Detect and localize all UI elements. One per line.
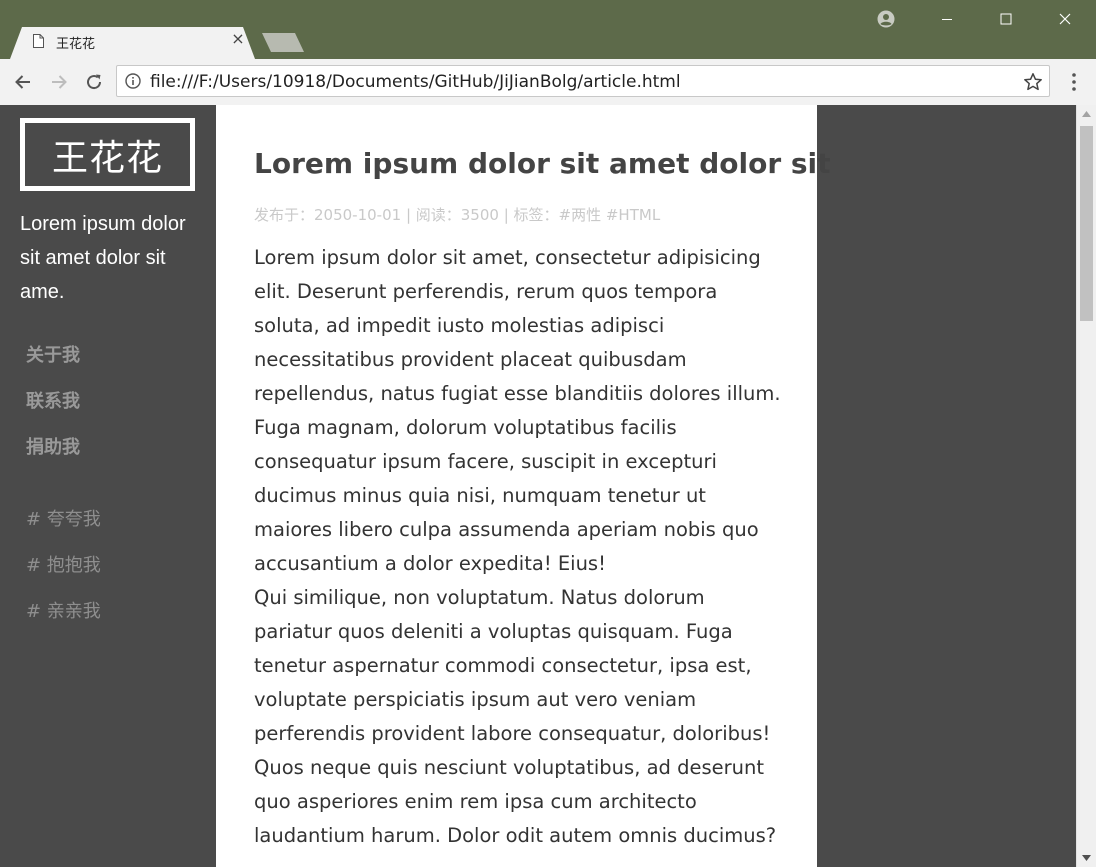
article-paragraph: Lorem ipsum dolor sit amet, consectetur … (254, 246, 781, 405)
scroll-down-button[interactable] (1077, 849, 1096, 867)
arrow-left-icon (15, 75, 30, 89)
vertical-scrollbar[interactable] (1076, 105, 1096, 867)
arrow-right-icon (52, 75, 67, 89)
logo-text: 王花花 (51, 137, 163, 179)
minimize-button[interactable] (918, 0, 976, 38)
star-icon[interactable] (1023, 72, 1043, 92)
sidebar-item-about[interactable]: 关于我 (26, 342, 80, 388)
tab-title: 王花花 (56, 37, 96, 52)
sidebar-item-contact[interactable]: 联系我 (26, 388, 80, 434)
account-icon[interactable] (877, 10, 895, 28)
sidebar-tags: # 夸夸我 # 抱抱我 # 亲亲我 (26, 506, 101, 644)
browser-toolbar: file:///F:/Users/10918/Documents/GitHub/… (0, 59, 1096, 106)
sidebar-item-donate[interactable]: 捐助我 (26, 434, 80, 480)
article-meta: 发布于：2050-10-01 | 阅读：3500 | 标签：#两性 #HTML (254, 206, 661, 224)
scroll-up-button[interactable] (1077, 105, 1096, 123)
close-window-button[interactable] (1036, 0, 1094, 38)
close-icon (1059, 13, 1071, 25)
sidebar-tag-hug[interactable]: # 抱抱我 (26, 552, 101, 598)
tab-close-icon[interactable]: × (230, 31, 246, 47)
maximize-button[interactable] (977, 0, 1035, 38)
tagline: Lorem ipsum dolor sit amet dolor sit ame… (20, 213, 186, 303)
minimize-icon (942, 19, 952, 20)
reload-icon (87, 74, 102, 90)
url-text[interactable]: file:///F:/Users/10918/Documents/GitHub/… (150, 72, 681, 92)
sidebar-tag-kiss[interactable]: # 亲亲我 (26, 598, 101, 644)
article: Lorem ipsum dolor sit amet dolor sit 发布于… (216, 105, 831, 867)
address-bar[interactable]: file:///F:/Users/10918/Documents/GitHub/… (116, 65, 1050, 97)
back-button[interactable] (9, 68, 37, 96)
reload-button[interactable] (80, 68, 108, 96)
article-body: Lorem ipsum dolor sit amet, consectetur … (254, 241, 784, 853)
page-viewport: 王花花 Lorem ipsum dolor sit amet dolor sit… (0, 105, 1076, 867)
maximize-icon (1000, 13, 1012, 25)
logo[interactable]: 王花花 (20, 118, 195, 191)
caret-down-icon (1082, 855, 1091, 861)
sidebar: 王花花 Lorem ipsum dolor sit amet dolor sit… (0, 105, 216, 867)
caret-up-icon (1082, 111, 1091, 117)
browser-tab-active[interactable]: 王花花 × (10, 27, 255, 59)
sidebar-tag-praise[interactable]: # 夸夸我 (26, 506, 101, 552)
document-icon (33, 34, 44, 48)
sidebar-nav: 关于我 联系我 捐助我 (26, 342, 80, 480)
article-title: Lorem ipsum dolor sit amet dolor sit (254, 147, 831, 180)
scrollbar-thumb[interactable] (1080, 126, 1093, 321)
article-paragraph: Qui similique, non voluptatum. Natus dol… (254, 586, 771, 745)
info-icon[interactable] (125, 73, 141, 89)
article-paragraph: Quos neque quis nesciunt voluptatibus, a… (254, 756, 777, 847)
article-paragraph: Fuga magnam, dolorum voluptatibus facili… (254, 416, 759, 575)
more-vertical-icon[interactable] (1064, 70, 1084, 94)
forward-button[interactable] (45, 68, 73, 96)
